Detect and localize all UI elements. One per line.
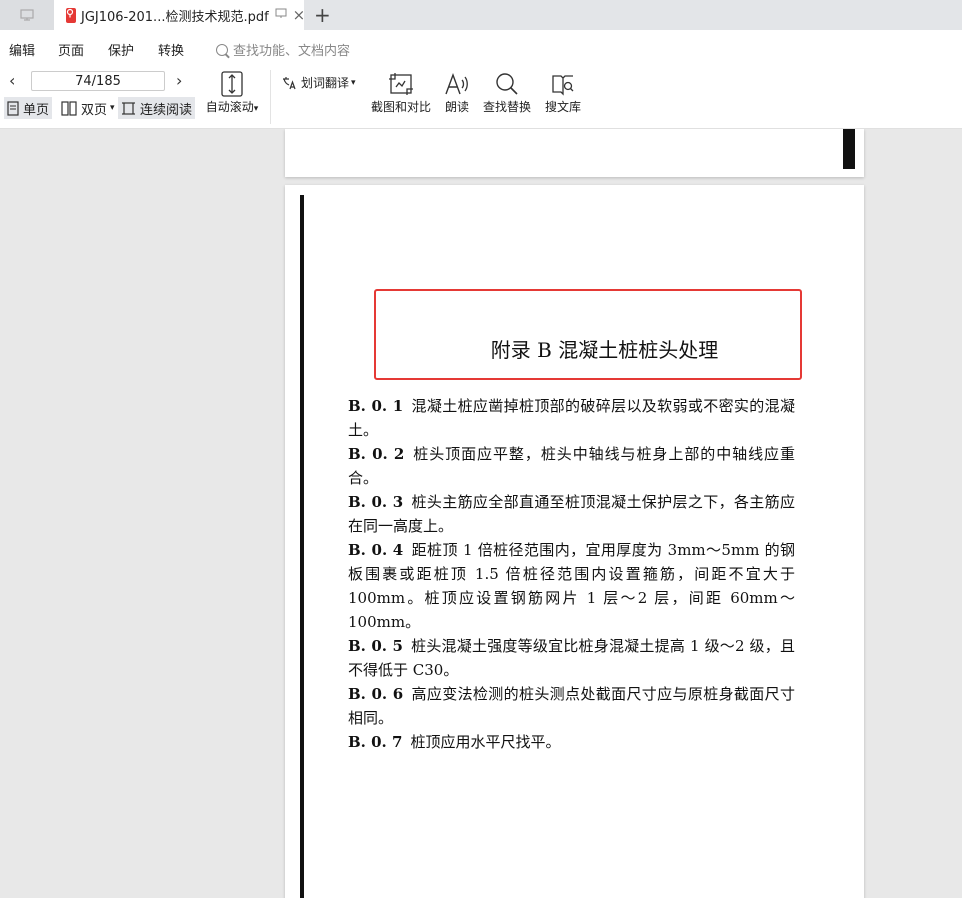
continuous-read-button[interactable]: 连续阅读 bbox=[118, 97, 196, 119]
document-viewport[interactable]: 附录 B 混凝土桩桩头处理 B. 0. 1 混凝土桩应凿掉桩顶部的破碎层以及软弱或… bbox=[0, 129, 962, 898]
screenshot-compare-label: 截图和对比 bbox=[370, 100, 431, 114]
menu-protect[interactable]: 保护 bbox=[108, 40, 134, 59]
chevron-down-icon: ▾ bbox=[351, 77, 356, 88]
clause-number: B. 0. 6 bbox=[348, 685, 404, 703]
page-number-input[interactable]: 74/185 bbox=[31, 71, 165, 91]
translate-icon bbox=[283, 76, 296, 89]
search-library-button[interactable]: 搜文库 bbox=[544, 70, 582, 115]
clause-number: B. 0. 5 bbox=[348, 637, 403, 655]
clause-text: 混凝土桩应凿掉桩顶部的破碎层以及软弱或不密实的混凝土。 bbox=[348, 397, 795, 439]
document-tab[interactable]: JGJ106-201...检测技术规范.pdf × bbox=[54, 0, 306, 30]
translate-button[interactable]: 划词翻译 ▾ bbox=[281, 74, 356, 91]
find-replace-label: 查找替换 bbox=[482, 100, 531, 114]
search-library-icon bbox=[552, 75, 574, 96]
clause-item: B. 0. 7 桩顶应用水平尺找平。 bbox=[348, 730, 795, 754]
prev-page-icon[interactable]: ‹ bbox=[9, 71, 15, 90]
scan-mark bbox=[843, 129, 855, 169]
read-aloud-label: 朗读 bbox=[444, 100, 469, 114]
previous-page bbox=[285, 129, 864, 177]
new-tab-button[interactable]: + bbox=[314, 3, 331, 27]
single-page-button[interactable]: 单页 bbox=[4, 97, 53, 119]
pdf-page: 附录 B 混凝土桩桩头处理 B. 0. 1 混凝土桩应凿掉桩顶部的破碎层以及软弱或… bbox=[285, 185, 864, 898]
next-page-icon[interactable]: › bbox=[176, 71, 182, 90]
clause-number: B. 0. 7 bbox=[348, 733, 403, 751]
read-aloud-icon bbox=[445, 72, 468, 95]
pdf-icon bbox=[66, 7, 76, 23]
auto-scroll-label: 自动滚动 bbox=[205, 100, 254, 114]
clause-number: B. 0. 1 bbox=[348, 397, 404, 415]
scan-binding-edge bbox=[300, 195, 304, 898]
function-search[interactable]: 查找功能、文档内容 bbox=[216, 40, 350, 59]
monitor-icon bbox=[20, 9, 34, 21]
auto-scroll-icon bbox=[221, 71, 243, 97]
clause-text: 桩头混凝土强度等级宜比桩身混凝土提高 1 级～2 级，且不得低于 C30。 bbox=[348, 637, 795, 679]
double-page-button[interactable]: 双页 ▾ bbox=[58, 97, 118, 119]
clause-text: 桩头顶面应平整，桩头中轴线与桩身上部的中轴线应重合。 bbox=[348, 445, 795, 487]
window-icon[interactable] bbox=[275, 8, 287, 22]
continuous-read-label: 连续阅读 bbox=[140, 102, 193, 118]
clause-item: B. 0. 6 高应变法检测的桩头测点处截面尺寸应与原桩身截面尺寸相同。 bbox=[348, 682, 795, 730]
clause-text: 高应变法检测的桩头测点处截面尺寸应与原桩身截面尺寸相同。 bbox=[348, 685, 795, 727]
single-page-icon bbox=[7, 100, 19, 116]
single-page-label: 单页 bbox=[23, 102, 50, 118]
continuous-icon bbox=[122, 101, 135, 115]
function-search-placeholder: 查找功能、文档内容 bbox=[233, 44, 351, 59]
search-library-label: 搜文库 bbox=[544, 100, 581, 114]
chevron-down-icon: ▾ bbox=[110, 103, 115, 113]
home-tab[interactable] bbox=[0, 0, 54, 30]
toolbar-divider bbox=[270, 70, 271, 124]
clause-text: 距桩顶 1 倍桩径范围内，宜用厚度为 3mm～5mm 的钢板围裹或距桩顶 1.5… bbox=[348, 541, 795, 631]
clause-text: 桩顶应用水平尺找平。 bbox=[410, 733, 561, 751]
clause-item: B. 0. 2 桩头顶面应平整，桩头中轴线与桩身上部的中轴线应重合。 bbox=[348, 442, 795, 490]
clause-item: B. 0. 5 桩头混凝土强度等级宜比桩身混凝土提高 1 级～2 级，且不得低于 … bbox=[348, 634, 795, 682]
clause-number: B. 0. 2 bbox=[348, 445, 405, 463]
chevron-down-icon: ▾ bbox=[253, 104, 259, 114]
search-icon bbox=[216, 43, 228, 56]
screenshot-icon bbox=[389, 73, 413, 95]
menu-convert[interactable]: 转换 bbox=[158, 40, 184, 59]
clause-text: 桩头主筋应全部直通至桩顶混凝土保护层之下，各主筋应在同一高度上。 bbox=[348, 493, 795, 535]
double-page-label: 双页 bbox=[81, 102, 108, 118]
clause-number: B. 0. 4 bbox=[348, 541, 404, 559]
find-replace-button[interactable]: 查找替换 bbox=[482, 70, 532, 115]
appendix-title: 附录 B 混凝土桩桩头处理 bbox=[490, 338, 719, 362]
tab-bar: JGJ106-201...检测技术规范.pdf × + bbox=[0, 0, 962, 30]
menu-page[interactable]: 页面 bbox=[58, 40, 84, 59]
translate-label: 划词翻译 bbox=[301, 76, 350, 90]
clause-list: B. 0. 1 混凝土桩应凿掉桩顶部的破碎层以及软弱或不密实的混凝土。 B. 0.… bbox=[348, 394, 795, 754]
clause-item: B. 0. 1 混凝土桩应凿掉桩顶部的破碎层以及软弱或不密实的混凝土。 bbox=[348, 394, 795, 442]
clause-item: B. 0. 3 桩头主筋应全部直通至桩顶混凝土保护层之下，各主筋应在同一高度上。 bbox=[348, 490, 795, 538]
close-tab-icon[interactable]: × bbox=[293, 6, 306, 24]
clause-item: B. 0. 4 距桩顶 1 倍桩径范围内，宜用厚度为 3mm～5mm 的钢板围裹或… bbox=[348, 538, 795, 634]
clause-number: B. 0. 3 bbox=[348, 493, 404, 511]
menu-bar: 编辑 页面 保护 转换 查找功能、文档内容 bbox=[0, 30, 962, 66]
double-page-icon bbox=[61, 100, 77, 116]
tab-title: JGJ106-201...检测技术规范.pdf bbox=[81, 9, 269, 25]
read-aloud-button[interactable]: 朗读 bbox=[442, 70, 472, 115]
toolbar: ‹ 74/185 › 单页 双页 ▾ 连续阅读 自动滚动▾ 划词翻译 ▾ 截图和… bbox=[0, 66, 962, 129]
auto-scroll-button[interactable]: 自动滚动▾ bbox=[203, 70, 261, 115]
menu-edit[interactable]: 编辑 bbox=[9, 40, 35, 59]
screenshot-compare-button[interactable]: 截图和对比 bbox=[370, 70, 432, 115]
find-replace-icon bbox=[496, 73, 518, 95]
